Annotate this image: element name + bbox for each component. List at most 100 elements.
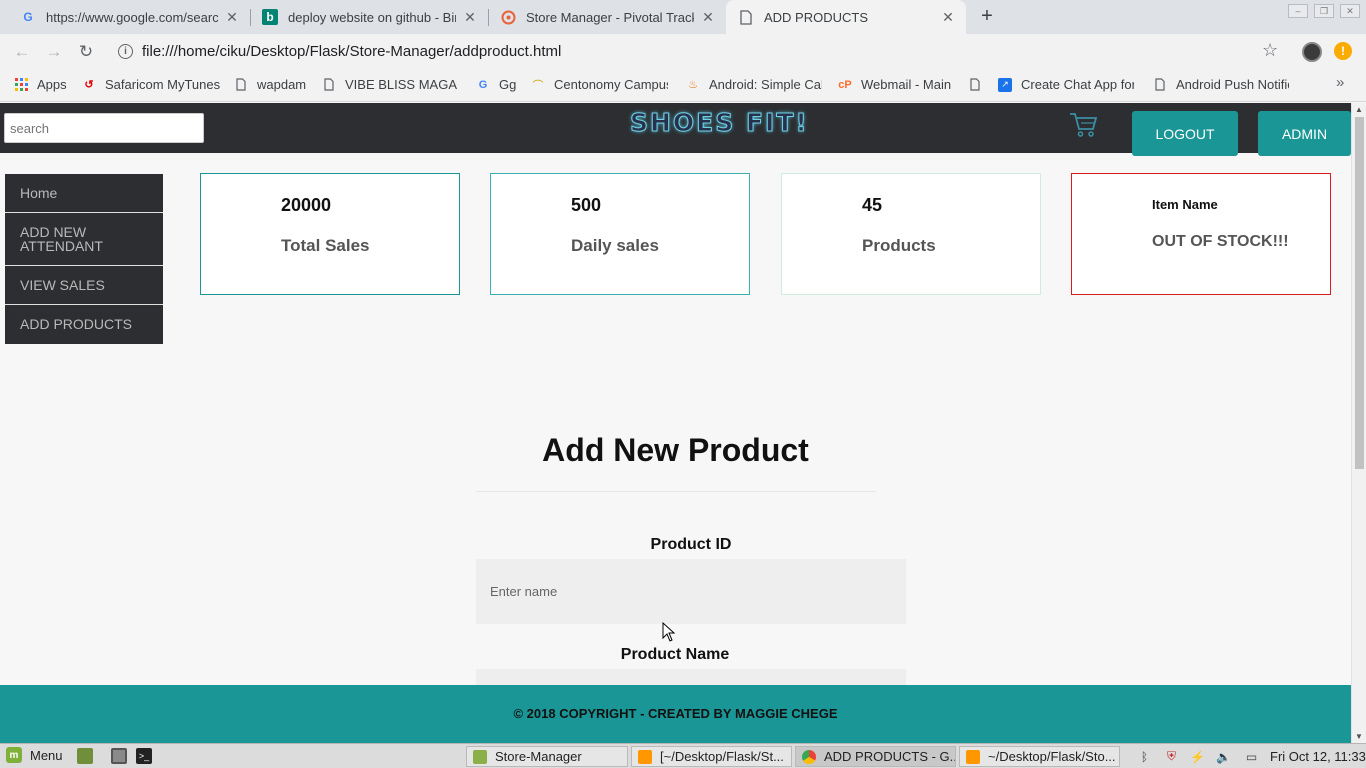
bookmark-untitled[interactable]	[968, 77, 991, 91]
stat-value: 500	[571, 195, 602, 215]
sidebar-item-add-products[interactable]: ADD PRODUCTS	[5, 305, 163, 344]
centonomy-icon: ⌒	[532, 79, 544, 92]
tab-title: Store Manager - Pivotal Tracker	[526, 9, 694, 25]
window-label: Store-Manager	[495, 749, 582, 764]
stat-card-out-of-stock: Item Name OUT OF STOCK!!!	[1071, 173, 1331, 295]
files-icon[interactable]	[111, 748, 127, 764]
bookmarks-bar: Apps ↺ Safaricom MyTunes wapdam VIBE BLI…	[0, 70, 1366, 102]
back-arrow-icon[interactable]: ←	[10, 40, 34, 64]
tab-bing[interactable]: b deploy website on github - Bing ✕	[250, 0, 488, 34]
search-input[interactable]	[4, 113, 204, 143]
update-alert-icon[interactable]: !	[1334, 42, 1352, 60]
minimize-icon[interactable]: –	[1288, 4, 1308, 18]
scroll-down-icon[interactable]: ▼	[1355, 732, 1363, 741]
product-id-label: Product ID	[650, 536, 732, 553]
scroll-up-icon[interactable]: ▲	[1355, 105, 1363, 114]
tab-title: deploy website on github - Bing	[288, 9, 456, 25]
address-bar[interactable]: file:///home/ciku/Desktop/Flask/Store-Ma…	[142, 43, 561, 60]
page-scrollbar[interactable]: ▲ ▼	[1351, 103, 1366, 743]
mint-logo-icon: m	[6, 747, 22, 763]
bookmark-chat-app[interactable]: ↗ Create Chat App for	[998, 77, 1134, 92]
bookmark-label: VIBE BLISS MAGAZINE	[345, 77, 457, 92]
stat-card-products: 45 Products	[781, 173, 1041, 295]
close-icon[interactable]: ✕	[940, 9, 956, 25]
stat-label: Daily sales	[571, 236, 659, 255]
stat-warning: OUT OF STOCK!!!	[1152, 233, 1289, 250]
chrome-icon	[802, 749, 816, 764]
logout-button[interactable]: LOGOUT	[1132, 111, 1238, 156]
product-name-label: Product Name	[620, 646, 730, 663]
page-icon	[968, 77, 982, 91]
bookmark-vibe-bliss[interactable]: VIBE BLISS MAGAZINE	[322, 77, 457, 92]
new-tab-icon[interactable]: +	[976, 5, 998, 27]
tab-title: https://www.google.com/search	[46, 9, 218, 25]
stat-value: 45	[862, 195, 883, 215]
forward-arrow-icon[interactable]: →	[42, 40, 66, 64]
profile-avatar[interactable]	[1302, 42, 1322, 62]
bookmark-star-icon[interactable]: ☆	[1262, 40, 1278, 61]
product-id-input[interactable]	[476, 559, 906, 624]
site-logo: SHOES FIT!	[630, 108, 809, 138]
bookmark-safaricom[interactable]: ↺ Safaricom MyTunes	[82, 77, 220, 92]
bookmark-gg[interactable]: G Gg	[476, 77, 517, 92]
bluetooth-icon[interactable]: ᛒ	[1137, 749, 1152, 764]
site-header: SHOES FIT! LOGOUT ADMIN	[0, 103, 1351, 156]
bookmark-android-calc[interactable]: ♨ Android: Simple Calc	[686, 77, 822, 92]
info-icon[interactable]: i	[118, 44, 133, 59]
stat-item-name: Item Name	[1152, 197, 1218, 212]
terminal-icon[interactable]: >_	[136, 748, 152, 764]
scrollbar-thumb[interactable]	[1355, 117, 1364, 469]
window-label: [~/Desktop/Flask/St...	[660, 749, 784, 764]
bookmark-label: Centonomy Campus	[554, 77, 668, 92]
bookmark-wapdam[interactable]: wapdam	[234, 77, 306, 92]
taskbar-window-chrome[interactable]: ADD PRODUCTS - G...	[795, 746, 956, 767]
clock[interactable]: Fri Oct 12, 11:33	[1270, 749, 1366, 764]
taskbar-window-sublime-1[interactable]: [~/Desktop/Flask/St...	[631, 746, 792, 767]
page-icon	[322, 78, 336, 92]
bookmark-label: Create Chat App for	[1021, 77, 1134, 92]
admin-button[interactable]: ADMIN	[1258, 111, 1351, 156]
bookmark-apps[interactable]: Apps	[14, 77, 67, 92]
volume-icon[interactable]: 🔈	[1216, 749, 1231, 764]
stat-value: 20000	[281, 195, 332, 215]
bookmark-label: Webmail - Main	[861, 77, 952, 92]
stat-label: Products	[862, 236, 936, 255]
tab-add-products[interactable]: ADD PRODUCTS ✕	[726, 0, 966, 34]
page-icon	[738, 9, 754, 25]
browser-toolbar: ← → ↻ i file:///home/ciku/Desktop/Flask/…	[0, 34, 1366, 70]
chevron-double-right-icon[interactable]: »	[1336, 74, 1344, 91]
reload-icon[interactable]: ↻	[74, 40, 98, 64]
menu-label: Menu	[30, 747, 63, 763]
taskbar-window-sublime-2[interactable]: ~/Desktop/Flask/Sto...	[959, 746, 1120, 767]
network-icon[interactable]: ⚡	[1190, 749, 1205, 764]
tab-pivotal-tracker[interactable]: Store Manager - Pivotal Tracker ✕	[488, 0, 726, 34]
sidebar-item-home[interactable]: Home	[5, 174, 163, 213]
sublime-icon	[966, 749, 980, 764]
close-icon[interactable]: ✕	[462, 9, 478, 25]
folder-icon	[473, 749, 487, 764]
shield-icon[interactable]: ⛨	[1164, 749, 1179, 764]
maximize-icon[interactable]: ❐	[1314, 4, 1334, 18]
form-title: Add New Product	[542, 432, 809, 468]
bookmark-centonomy[interactable]: ⌒ Centonomy Campus	[531, 77, 669, 92]
page-viewport: SHOES FIT! LOGOUT ADMIN Home ADD NEW ATT…	[0, 103, 1351, 743]
cart-icon[interactable]	[1068, 109, 1098, 139]
close-window-icon[interactable]: ✕	[1340, 4, 1360, 18]
bing-icon: b	[262, 9, 278, 25]
battery-icon[interactable]: ▭	[1244, 749, 1259, 764]
close-icon[interactable]: ✕	[700, 9, 716, 25]
google-icon: G	[478, 78, 488, 91]
taskbar-window-store-manager[interactable]: Store-Manager	[466, 746, 628, 767]
sidebar-item-view-sales[interactable]: VIEW SALES	[5, 266, 163, 305]
tab-google-search[interactable]: G https://www.google.com/search ✕	[8, 0, 250, 34]
link-icon: ↗	[998, 77, 1012, 92]
bookmark-push-notific[interactable]: Android Push Notific	[1153, 77, 1289, 92]
start-menu-button[interactable]: m Menu	[6, 747, 63, 763]
bookmark-webmail[interactable]: cP Webmail - Main	[838, 77, 951, 92]
stat-label: Total Sales	[281, 236, 370, 255]
tab-title: ADD PRODUCTS	[764, 9, 869, 25]
sidebar-item-add-attendant[interactable]: ADD NEW ATTENDANT	[5, 213, 163, 266]
show-desktop-icon[interactable]	[77, 748, 93, 764]
window-label: ADD PRODUCTS - G...	[824, 749, 956, 764]
close-icon[interactable]: ✕	[224, 9, 240, 25]
